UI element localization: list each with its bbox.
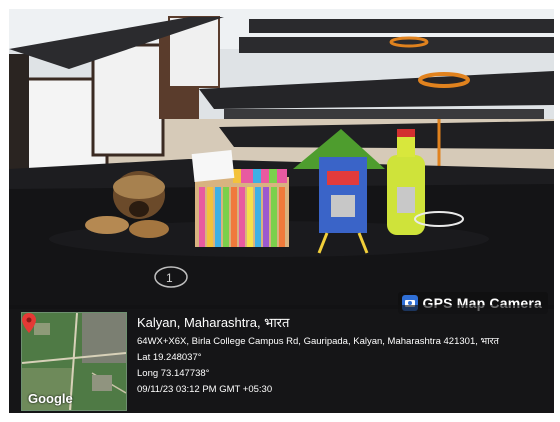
longitude: Long 73.147738°: [137, 368, 210, 379]
location-text: Kalyan, Maharashtra, भारत 64WX+X6X, Birl…: [137, 313, 499, 398]
timestamp: 09/11/23 03:12 PM GMT +05:30: [137, 384, 273, 395]
latitude: Lat 19.248037°: [137, 352, 202, 363]
map-provider-logo: Google: [28, 391, 73, 406]
location-address: 64WX+X6X, Birla College Campus Rd, Gauri…: [137, 336, 499, 347]
table-label: 1: [166, 271, 173, 285]
mini-map: Google: [21, 312, 127, 411]
location-info-panel: Google Kalyan, Maharashtra, भारत 64WX+X6…: [9, 305, 554, 413]
map-pin-icon: [22, 313, 36, 333]
location-title: Kalyan, Maharashtra, भारत: [137, 315, 290, 330]
